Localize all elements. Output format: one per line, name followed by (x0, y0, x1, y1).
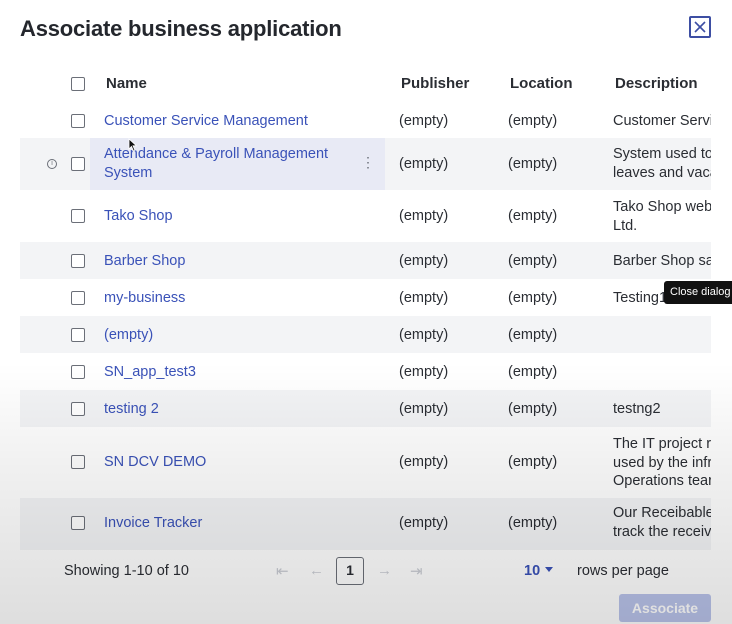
table-row[interactable]: my-business (empty) (empty) Testing1 (20, 279, 711, 316)
table-row[interactable]: Barber Shop (empty) (empty) Barber Shop … (20, 242, 711, 279)
row-publisher: (empty) (399, 327, 449, 343)
row-publisher: (empty) (399, 290, 449, 306)
row-publisher: (empty) (399, 113, 449, 129)
mouse-pointer-icon (128, 138, 138, 152)
applications-table: Name Publisher Location Description Cust… (20, 64, 711, 550)
row-location: (empty) (508, 327, 558, 343)
column-header-publisher[interactable]: Publisher (401, 75, 469, 92)
row-publisher: (empty) (399, 208, 449, 224)
row-checkbox[interactable] (71, 254, 85, 268)
row-location: (empty) (508, 113, 558, 129)
row-name-link[interactable]: SN_app_test3 (104, 363, 196, 382)
close-dialog-tooltip: Close dialog (664, 281, 732, 304)
row-description: Customer Servi (613, 113, 711, 129)
row-checkbox[interactable] (71, 114, 85, 128)
table-row[interactable]: testing 2 (empty) (empty) testng2 (20, 390, 711, 427)
pagination-summary: Showing 1-10 of 10 (64, 563, 189, 579)
row-checkbox[interactable] (71, 402, 85, 416)
row-name-link[interactable]: (empty) (104, 326, 153, 345)
row-location: (empty) (508, 364, 558, 380)
table-row[interactable]: i Attendance & Payroll Management System… (20, 138, 711, 190)
table-row[interactable]: Invoice Tracker (empty) (empty) Our Rece… (20, 498, 711, 550)
row-location: (empty) (508, 253, 558, 269)
first-page-icon: ⇤ (276, 563, 289, 580)
select-all-checkbox[interactable] (71, 77, 85, 91)
table-row[interactable]: (empty) (empty) (empty) (20, 316, 711, 353)
close-icon (694, 21, 706, 33)
table-row[interactable]: SN_app_test3 (empty) (empty) (20, 353, 711, 390)
table-row[interactable]: SN DCV DEMO (empty) (empty) The IT proje… (20, 427, 711, 498)
row-description: System used to leaves and vaca (613, 146, 711, 181)
row-checkbox[interactable] (71, 157, 85, 171)
row-location: (empty) (508, 454, 558, 470)
dialog-title: Associate business application (20, 16, 342, 41)
row-checkbox[interactable] (71, 455, 85, 469)
row-name-link[interactable]: Tako Shop (104, 207, 173, 226)
next-page-icon: → (377, 562, 392, 579)
row-name-link[interactable]: testing 2 (104, 400, 159, 419)
last-page-button[interactable]: ⇥ (410, 562, 423, 580)
row-checkbox[interactable] (71, 328, 85, 342)
associate-button[interactable]: Associate (619, 594, 711, 622)
first-page-button[interactable]: ⇤ (276, 562, 289, 580)
row-publisher: (empty) (399, 156, 449, 172)
table-footer: Showing 1-10 of 10 ⇤ ← 1 → ⇥ 10 rows per… (0, 550, 732, 624)
row-publisher: (empty) (399, 253, 449, 269)
prev-page-button[interactable]: ← (309, 562, 324, 579)
row-description: testng2 (613, 401, 661, 417)
row-checkbox[interactable] (71, 209, 85, 223)
associate-dialog: Associate business application Name Publ… (0, 0, 732, 624)
row-location: (empty) (508, 208, 558, 224)
row-description: Our Receibable track the receiv (613, 505, 711, 540)
column-header-location[interactable]: Location (510, 75, 573, 92)
table-row[interactable]: Customer Service Management (empty) (emp… (20, 104, 711, 138)
row-description: The IT project r used by the infr Operat… (613, 436, 711, 489)
row-location: (empty) (508, 401, 558, 417)
row-name-link[interactable]: Barber Shop (104, 252, 185, 271)
rows-per-page-select[interactable]: 10 (524, 563, 540, 579)
row-location: (empty) (508, 515, 558, 531)
row-name-link[interactable]: Customer Service Management (104, 112, 308, 131)
row-checkbox[interactable] (71, 291, 85, 305)
row-location: (empty) (508, 156, 558, 172)
row-checkbox[interactable] (71, 365, 85, 379)
close-dialog-button[interactable] (689, 16, 711, 38)
row-description: Tako Shop web Ltd. (613, 199, 711, 234)
row-description: Barber Shop sa (613, 253, 711, 269)
info-icon[interactable]: i (47, 159, 57, 169)
prev-page-icon: ← (309, 562, 324, 579)
row-name-link[interactable]: my-business (104, 289, 185, 308)
row-location: (empty) (508, 290, 558, 306)
rows-per-page-label: rows per page (577, 563, 669, 579)
table-header: Name Publisher Location Description (20, 64, 711, 104)
last-page-icon: ⇥ (410, 563, 423, 580)
column-header-description[interactable]: Description (615, 75, 698, 92)
next-page-button[interactable]: → (377, 562, 392, 579)
row-checkbox[interactable] (71, 516, 85, 530)
table-row[interactable]: Tako Shop (empty) (empty) Tako Shop web … (20, 190, 711, 242)
row-publisher: (empty) (399, 364, 449, 380)
row-publisher: (empty) (399, 515, 449, 531)
more-vertical-icon[interactable]: ⋮ (361, 154, 375, 171)
row-publisher: (empty) (399, 401, 449, 417)
row-name-link[interactable]: SN DCV DEMO (104, 453, 206, 472)
row-name-link[interactable]: Invoice Tracker (104, 514, 202, 533)
column-header-name[interactable]: Name (106, 75, 147, 92)
current-page-button[interactable]: 1 (336, 557, 364, 585)
chevron-down-icon[interactable] (545, 567, 553, 572)
row-publisher: (empty) (399, 454, 449, 470)
